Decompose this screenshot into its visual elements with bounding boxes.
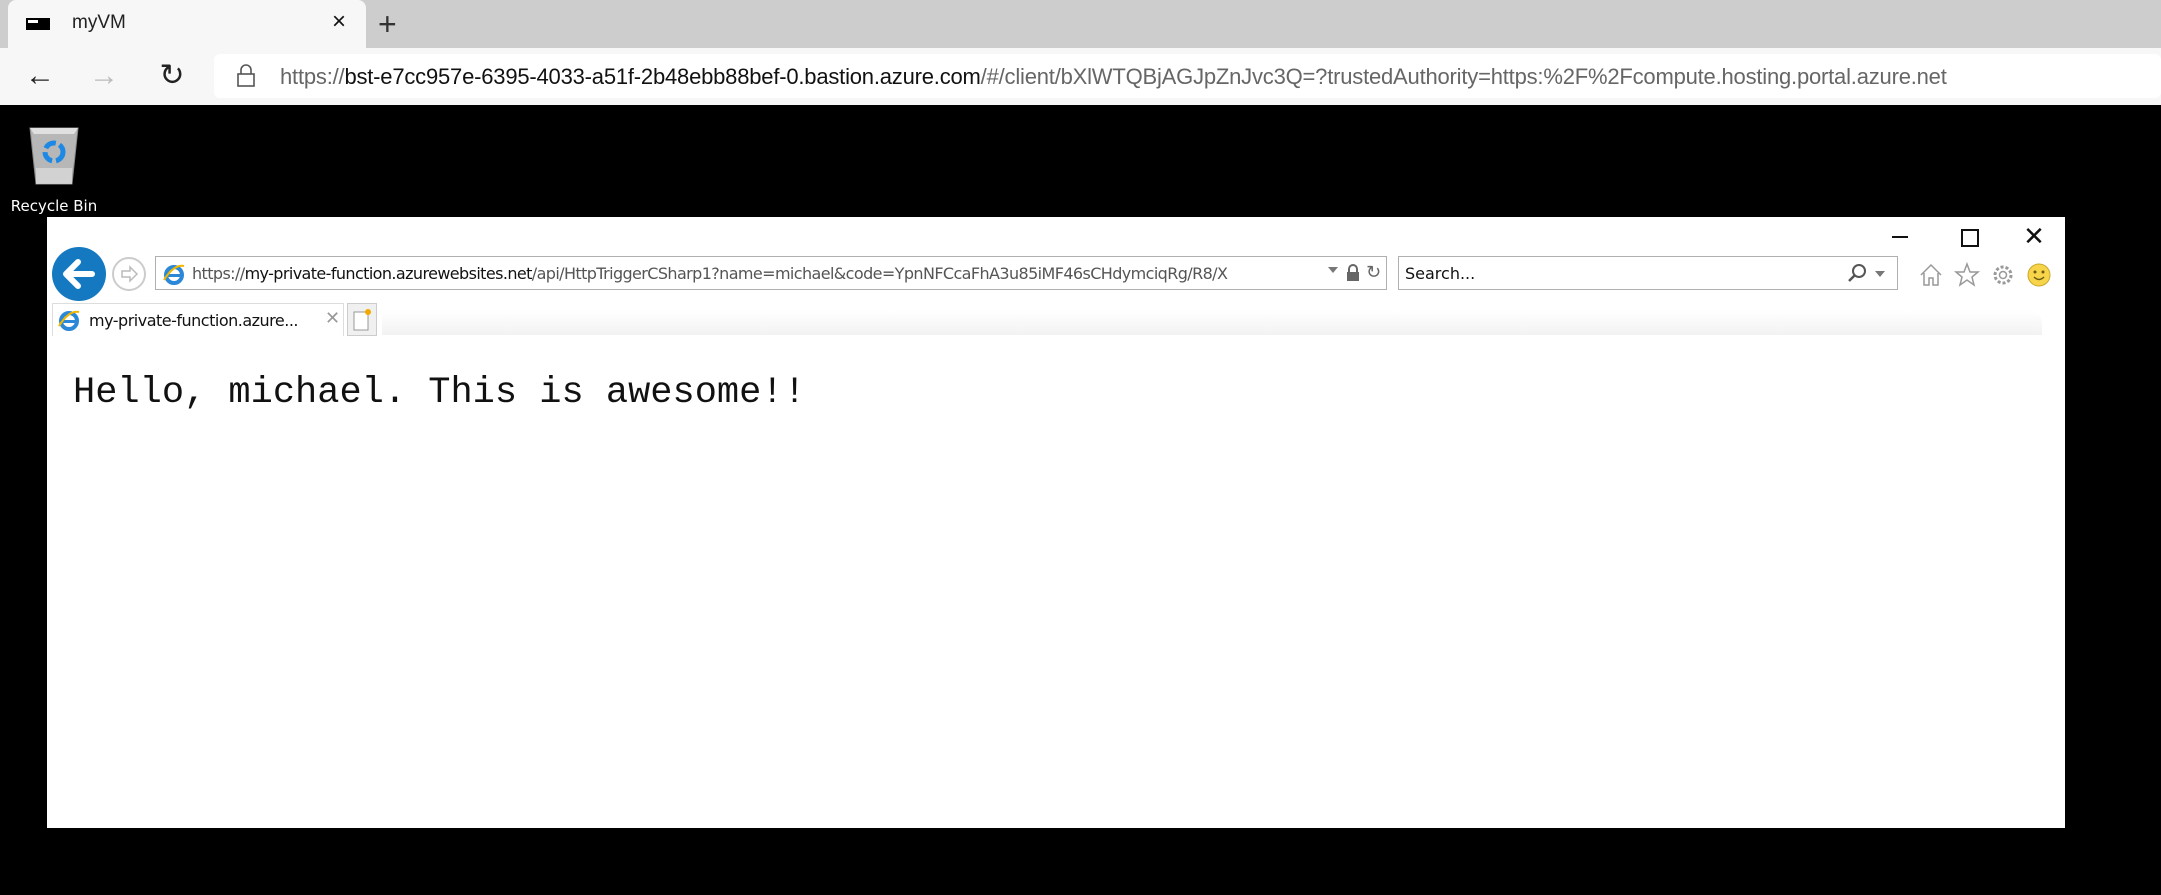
refresh-button[interactable]: ↻ [152,56,192,96]
ie-new-tab-button[interactable] [347,303,377,336]
search-icon[interactable] [1847,263,1867,283]
new-tab-icon [353,309,371,331]
ie-search-box[interactable] [1398,256,1898,290]
desktop-icon-recycle-bin[interactable]: Recycle Bin [6,118,102,215]
lock-icon [237,64,255,87]
ie-address-url[interactable]: https://my-private-function.azurewebsite… [192,264,1292,283]
address-url[interactable]: https://bst-e7cc957e-6395-4033-a51f-2b48… [280,64,1947,90]
ie-window: ✕ https://my-private-function.azurewebsi… [47,217,2065,828]
ie-tab-title: my-private-function.azure... [89,311,299,330]
url-scheme: https:// [192,264,245,283]
arrow-right-icon [121,265,139,283]
page-body-text: Hello, michael. This is awesome!! [73,372,806,414]
close-icon[interactable]: × [332,8,346,36]
search-input[interactable] [1405,261,1805,285]
star-icon[interactable] [1953,261,1981,289]
desktop-icon-label: Recycle Bin [10,197,98,215]
back-button[interactable]: ← [20,56,60,96]
browser-tab-myvm[interactable]: myVM × [8,0,366,48]
lock-icon[interactable] [1346,264,1360,282]
address-bar[interactable]: https://bst-e7cc957e-6395-4033-a51f-2b48… [214,54,2161,98]
ie-logo-icon [58,310,80,331]
close-tab-icon[interactable]: ✕ [325,308,340,329]
browser-toolbar: ← → ↻ https://bst-e7cc957e-6395-4033-a51… [0,48,2161,105]
vm-console-icon [26,18,50,30]
arrow-left-icon [63,259,95,289]
url-host: my-private-function.azurewebsites.net [244,264,533,283]
refresh-icon[interactable]: ↻ [1366,262,1381,283]
url-path: /#/client/bXlWTQBjAGJpZnJvc3Q=?trustedAu… [980,64,1947,89]
search-dropdown-icon[interactable] [1875,271,1885,277]
ie-logo-icon [163,264,185,285]
ie-address-bar[interactable]: https://my-private-function.azurewebsite… [155,256,1387,290]
url-host: bst-e7cc957e-6395-4033-a51f-2b48ebb88bef… [344,64,981,89]
minimize-button[interactable] [1885,225,1915,249]
url-path: /api/HttpTriggerCSharp1?name=michael&cod… [531,264,1228,283]
forward-button[interactable]: → [84,56,124,96]
gear-icon[interactable] [1989,261,2017,289]
ie-tab-strip [382,311,2042,335]
address-dropdown-icon[interactable] [1328,267,1338,273]
maximize-button[interactable] [1953,225,1983,249]
ie-back-button[interactable] [52,247,106,301]
home-icon[interactable] [1917,261,1945,289]
new-tab-button[interactable]: + [378,6,397,43]
browser-tab-strip: myVM × + [0,0,2161,48]
ie-forward-button[interactable] [112,257,146,291]
close-window-button[interactable]: ✕ [2019,223,2049,249]
smiley-icon[interactable] [2025,261,2053,289]
ie-tab-active[interactable]: my-private-function.azure... ✕ [52,303,344,336]
url-scheme: https:// [280,64,345,89]
tab-title: myVM [72,12,126,33]
recycle-bin-icon [29,127,79,185]
